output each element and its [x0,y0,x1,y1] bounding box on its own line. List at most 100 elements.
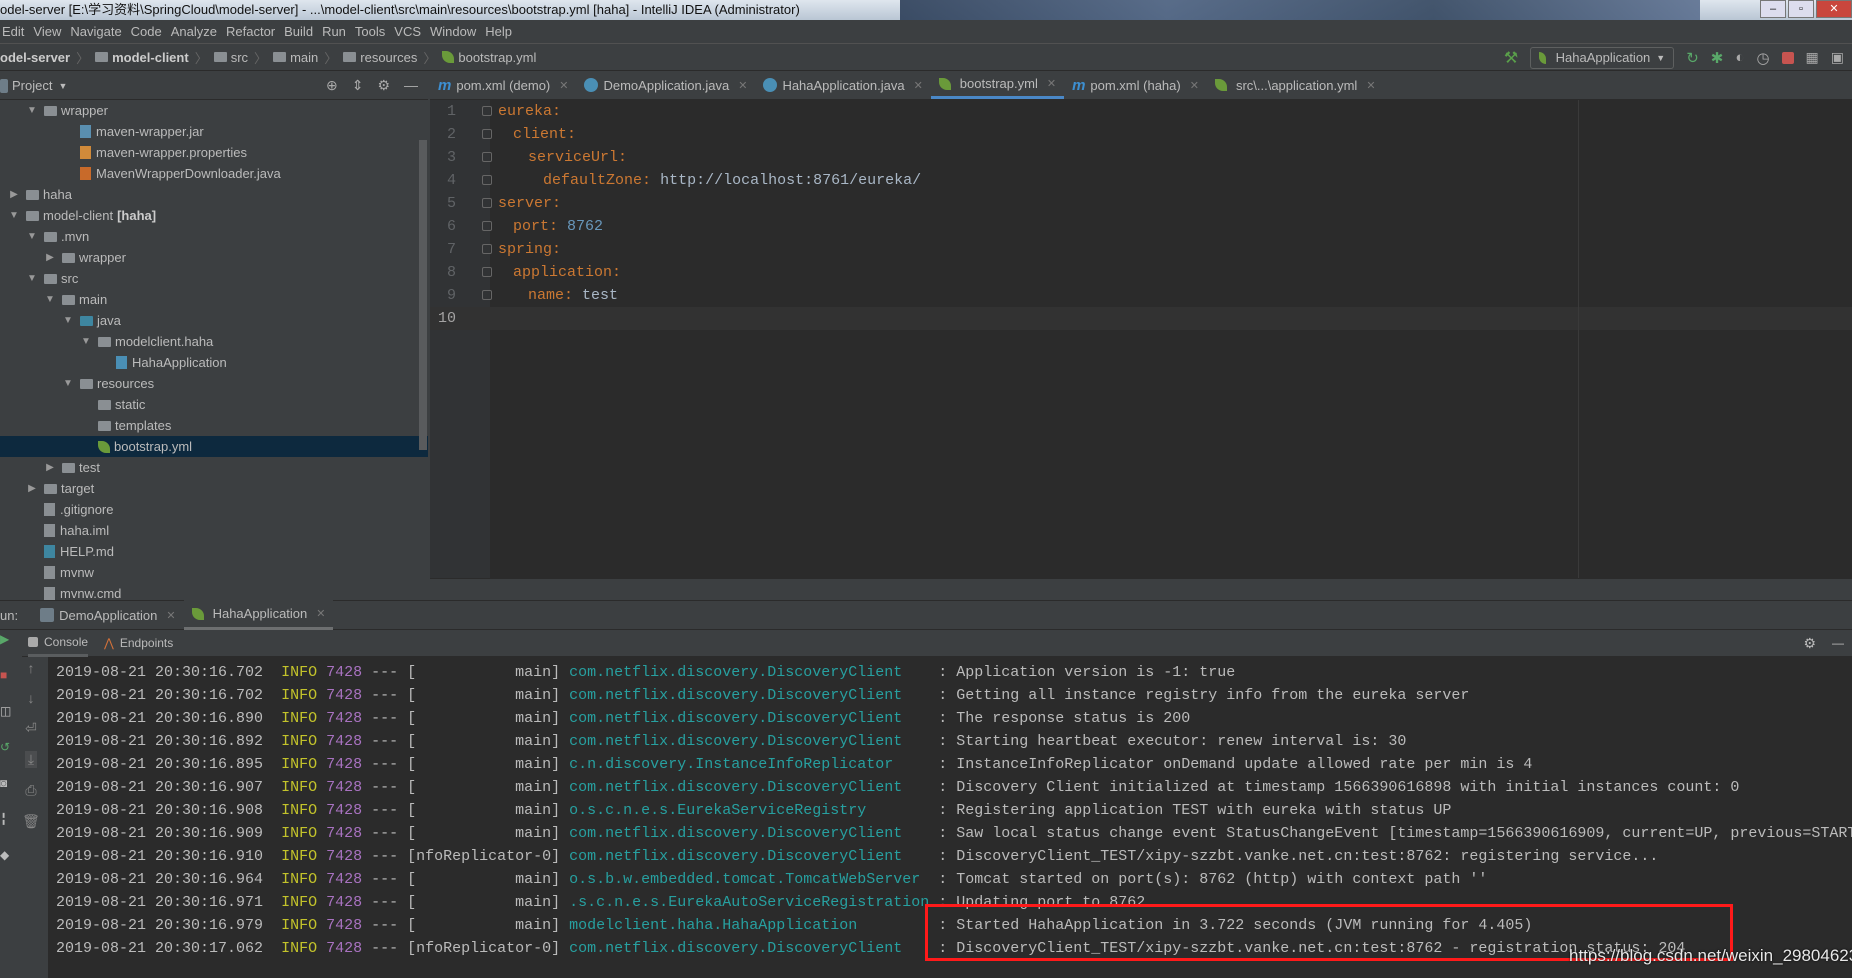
coverage-icon[interactable]: ◐ [1735,49,1744,66]
close-button[interactable]: ✕ [1816,0,1852,18]
fold-marker-icon[interactable] [482,129,492,139]
menu-window[interactable]: Window [428,24,483,39]
trash-icon[interactable]: 🗑 [22,813,40,830]
tree-item[interactable]: templates [0,415,428,436]
debug-bug-icon[interactable]: ✱ [1711,49,1724,67]
menu-navigate[interactable]: Navigate [68,24,128,39]
chevron-down-icon[interactable]: ▼ [80,336,92,347]
breadcrumb-item[interactable]: bootstrap.yml [442,50,536,65]
close-tab-icon[interactable]: ✕ [166,609,175,622]
soft-wrap-icon[interactable]: ⏎ [25,720,37,737]
chevron-right-icon[interactable]: ▶ [8,189,20,200]
hide-panel-icon[interactable]: — [1832,636,1844,650]
fold-marker-icon[interactable] [482,267,492,277]
tree-item[interactable]: ▼ resources [0,373,428,394]
breadcrumb-item[interactable]: resources 〉 [343,48,436,67]
breadcrumb-item[interactable]: src 〉 [213,48,267,67]
menu-vcs[interactable]: VCS [392,24,428,39]
tree-scrollbar[interactable] [419,140,427,450]
tab-pom-xml-haha-[interactable]: m pom.xml (haha) ✕ [1064,71,1207,99]
run-tab[interactable]: DemoApplication ✕ [32,600,184,630]
fold-marker-icon[interactable] [482,106,492,116]
tab-src-application-yml[interactable]: src\...\application.yml ✕ [1207,71,1384,99]
fold-marker-icon[interactable] [482,244,492,254]
hide-panel-icon[interactable]: — [404,77,418,94]
tree-item[interactable]: maven-wrapper.jar [0,121,428,142]
tree-item[interactable]: bootstrap.yml [0,436,428,457]
scroll-to-end-icon[interactable]: ⤓ [24,751,38,768]
close-tab-icon[interactable]: ✕ [1190,79,1199,92]
chevron-right-icon[interactable]: ▶ [26,483,38,494]
tree-item[interactable]: maven-wrapper.properties [0,142,428,163]
fold-marker-icon[interactable] [482,290,492,300]
settings-icon[interactable]: ◆ [0,848,10,862]
tree-item[interactable]: ▼ src [0,268,428,289]
close-tab-icon[interactable]: ✕ [1047,77,1056,90]
menu-help[interactable]: Help [483,24,519,39]
tree-item[interactable]: static [0,394,428,415]
tab-bootstrap-yml[interactable]: bootstrap.yml ✕ [930,71,1065,99]
rerun-icon[interactable]: ↻ [1686,49,1699,67]
scroll-down-icon[interactable]: ↓ [28,690,35,706]
close-tab-icon[interactable]: ✕ [559,79,568,92]
chevron-down-icon[interactable]: ▼ [26,231,38,242]
fold-marker-icon[interactable] [482,175,492,185]
chevron-down-icon[interactable]: ▼ [62,315,74,326]
tab-demoapplication-java[interactable]: DemoApplication.java ✕ [576,71,755,99]
tree-item[interactable]: ▼ modelclient.haha [0,331,428,352]
menu-refactor[interactable]: Refactor [224,24,282,39]
menu-build[interactable]: Build [282,24,320,39]
minimize-button[interactable]: – [1760,0,1786,18]
tree-item[interactable]: haha.iml [0,520,428,541]
code-editor[interactable]: 1 eureka: 2 client: 3 serviceUrl: 4 defaultZone… [430,100,1852,578]
tree-item[interactable]: MavenWrapperDownloader.java [0,163,428,184]
tree-item[interactable]: ▼ main [0,289,428,310]
tree-item[interactable]: ▶ target [0,478,428,499]
stop-icon[interactable] [1781,51,1794,64]
stop-icon[interactable]: ■ [0,668,10,682]
menu-code[interactable]: Code [129,24,169,39]
scroll-up-icon[interactable]: ↑ [28,660,35,676]
tree-item[interactable]: mvnw.cmd [0,583,428,600]
tab-hahaapplication-java[interactable]: HahaApplication.java ✕ [755,71,930,99]
chevron-right-icon[interactable]: ▶ [44,252,56,263]
restore-button[interactable]: ▫ [1788,0,1814,18]
tree-item[interactable]: ▼ .mvn [0,226,428,247]
menu-run[interactable]: Run [320,24,353,39]
gear-icon[interactable]: ⚙ [1803,635,1816,652]
tree-item[interactable]: ▶ wrapper [0,247,428,268]
update-icon[interactable]: ↺ [0,740,10,754]
breadcrumb-item[interactable]: main 〉 [273,48,337,67]
menu-view[interactable]: View [31,24,68,39]
tree-item[interactable]: ▶ test [0,457,428,478]
fold-marker-icon[interactable] [482,198,492,208]
chevron-down-icon[interactable]: ▼ [8,210,20,221]
chevron-down-icon[interactable]: ▼ [26,105,38,116]
chevron-down-icon[interactable]: ▼ [26,273,38,284]
tree-item[interactable]: HahaApplication [0,352,428,373]
fold-marker-icon[interactable] [482,152,492,162]
tree-item[interactable]: ▶ haha [0,184,428,205]
pin-icon[interactable]: ╏ [0,812,10,826]
rerun-icon[interactable]: ▶ [0,632,10,646]
menu-tools[interactable]: Tools [353,24,392,39]
chevron-down-icon[interactable]: ▼ [62,378,74,389]
close-tab-icon[interactable]: ✕ [914,79,923,92]
profile-icon[interactable]: ◷ [1756,49,1769,67]
tree-item[interactable]: ▼ model-client [haha] [0,205,428,226]
collapse-all-icon[interactable]: ⇕ [352,77,364,94]
build-hammer-icon[interactable]: ⚒ [1504,48,1518,68]
chevron-down-icon[interactable]: ▼ [58,81,67,91]
tab-endpoints[interactable]: ⋀ Endpoints [104,636,173,650]
restore-layout-icon[interactable]: ◫ [0,704,11,718]
project-view-selector[interactable]: Project [12,78,52,93]
run-config-dropdown[interactable]: HahaApplication ▼ [1530,46,1675,69]
menu-edit[interactable]: Edit [0,24,31,39]
tab-console[interactable]: Console [28,630,89,657]
breadcrumb-item[interactable]: model-client 〉 [95,48,208,67]
chevron-down-icon[interactable]: ▼ [44,294,56,305]
tree-item[interactable]: .gitignore [0,499,428,520]
close-tab-icon[interactable]: ✕ [316,607,325,620]
tree-item[interactable]: HELP.md [0,541,428,562]
presentation-icon[interactable]: ▣ [1831,49,1844,66]
